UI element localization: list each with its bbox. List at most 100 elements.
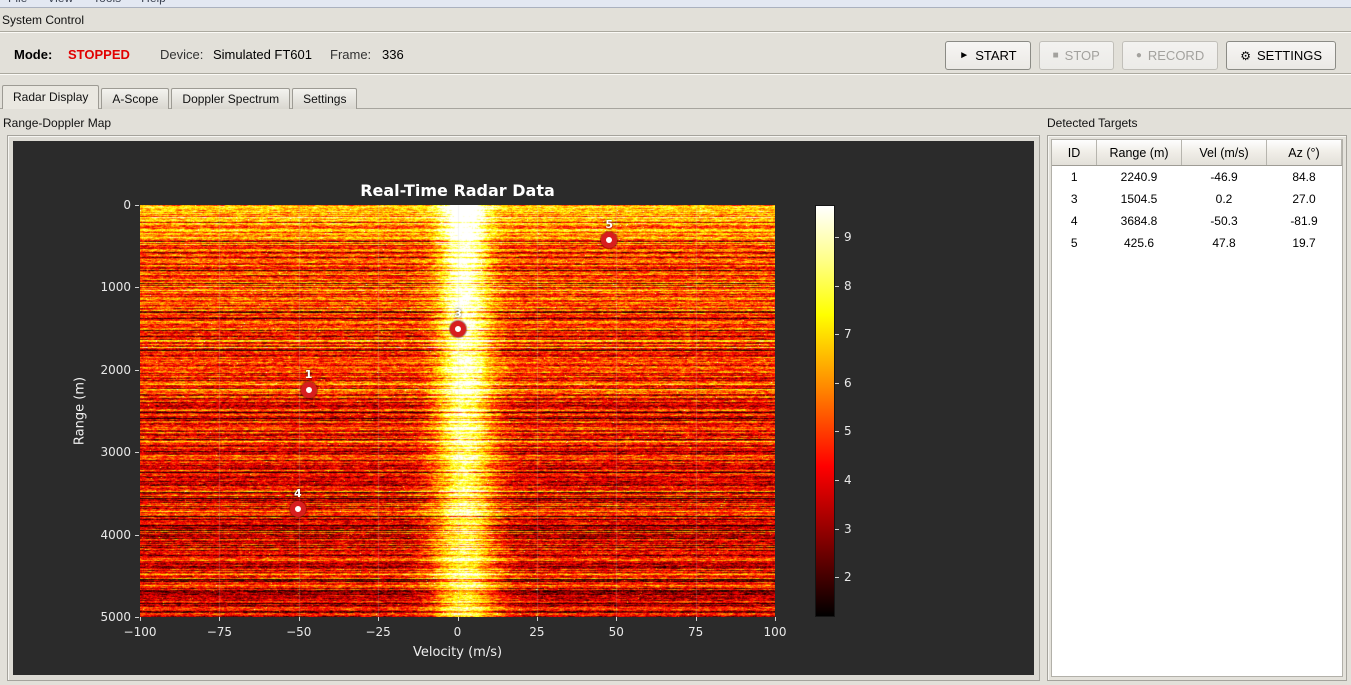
colorbar-tick-label: 2 bbox=[844, 570, 852, 585]
stop-button[interactable]: ■ STOP bbox=[1038, 41, 1114, 70]
target-cell: 3684.8 bbox=[1120, 214, 1158, 228]
target-cell: -46.9 bbox=[1210, 170, 1238, 184]
colorbar-tick-mark bbox=[835, 334, 839, 336]
x-tick-label: 75 bbox=[687, 625, 704, 639]
colorbar-tick-mark bbox=[835, 431, 839, 433]
x-tick-mark bbox=[378, 617, 380, 621]
target-cell: 47.8 bbox=[1212, 236, 1236, 250]
target-marker-label: 1 bbox=[304, 367, 313, 381]
mode-label: Mode: bbox=[14, 47, 53, 62]
settings-button[interactable]: ⚙ SETTINGS bbox=[1226, 41, 1336, 70]
frame-label: Frame: bbox=[330, 47, 372, 62]
target-marker-1 bbox=[300, 381, 317, 398]
range-doppler-map-label: Range-Doppler Map bbox=[3, 116, 112, 130]
colorbar-tick-mark bbox=[835, 479, 839, 481]
target-row-1[interactable]: 1 2240.9 -46.9 84.8 bbox=[1052, 166, 1342, 189]
y-axis-label: Range (m) bbox=[72, 376, 88, 446]
col-header-vel-m-s-[interactable]: Vel (m/s) bbox=[1181, 140, 1267, 166]
target-row-5[interactable]: 5 425.6 47.8 19.7 bbox=[1052, 232, 1342, 254]
start-icon: ► bbox=[959, 49, 970, 61]
x-tick-mark bbox=[695, 617, 697, 621]
detected-targets-table: ID Range (m) Vel (m/s) Az (°) 1 2240.9 -46.9 8… bbox=[1052, 140, 1342, 254]
record-button[interactable]: ● RECORD bbox=[1121, 41, 1219, 70]
colorbar-tick-label: 4 bbox=[844, 472, 852, 487]
mode-value: STOPPED bbox=[68, 47, 130, 62]
col-header-az-[interactable]: Az (°) bbox=[1266, 140, 1342, 166]
target-cell: 84.8 bbox=[1292, 170, 1316, 184]
tab-radar-display[interactable]: Radar Display bbox=[2, 85, 100, 109]
x-tick-mark bbox=[536, 617, 538, 621]
start-button[interactable]: ► START bbox=[945, 41, 1031, 70]
target-cell: 1 bbox=[1070, 170, 1078, 184]
colorbar-tick-mark bbox=[835, 237, 839, 239]
target-marker-3 bbox=[450, 320, 467, 337]
main-tab-bar: Radar Display A-Scope Doppler Spectrum Sett… bbox=[2, 85, 359, 109]
x-tick-label: 0 bbox=[453, 625, 462, 639]
menu-bar: File View Tools Help bbox=[0, 0, 1351, 8]
x-tick-label: −50 bbox=[286, 625, 312, 639]
record-icon: ● bbox=[1135, 49, 1142, 61]
colorbar-tick-mark bbox=[835, 382, 839, 384]
y-tick-mark bbox=[135, 534, 139, 536]
target-marker-label: 5 bbox=[605, 218, 614, 232]
colorbar bbox=[815, 205, 835, 617]
menu-view[interactable]: View bbox=[47, 0, 73, 5]
range-doppler-heatmap bbox=[140, 205, 775, 617]
settings-icon: ⚙ bbox=[1240, 48, 1251, 63]
x-tick-label: 100 bbox=[763, 625, 787, 639]
target-cell: 27.0 bbox=[1292, 192, 1316, 206]
detected-targets-panel: ID Range (m) Vel (m/s) Az (°) 1 2240.9 -46.9 8… bbox=[1047, 135, 1347, 681]
device-value: Simulated FT601 bbox=[213, 47, 312, 62]
colorbar-tick-label: 5 bbox=[844, 424, 852, 439]
y-tick-label: 2000 bbox=[100, 362, 131, 377]
tab-a-scope[interactable]: A-Scope bbox=[101, 88, 170, 109]
x-tick-label: −100 bbox=[123, 625, 157, 639]
device-label: Device: bbox=[160, 47, 204, 62]
menu-file[interactable]: File bbox=[8, 0, 27, 5]
col-header-range-m-[interactable]: Range (m) bbox=[1096, 140, 1182, 166]
target-row-3[interactable]: 3 1504.5 0.2 27.0 bbox=[1052, 188, 1342, 210]
tab-settings[interactable]: Settings bbox=[292, 88, 358, 109]
x-tick-label: −75 bbox=[206, 625, 233, 639]
colorbar-tick-mark bbox=[835, 528, 839, 530]
settings-button-label: SETTINGS bbox=[1256, 48, 1322, 63]
target-cell: 1504.5 bbox=[1120, 192, 1158, 206]
radar-app-window: File View Tools Help System Control Mode: S… bbox=[0, 0, 1351, 685]
colorbar-tick-label: 7 bbox=[844, 327, 852, 342]
x-tick-mark bbox=[457, 617, 459, 621]
menu-help[interactable]: Help bbox=[141, 0, 166, 5]
y-tick-label: 4000 bbox=[100, 527, 131, 542]
range-doppler-plot: Real-Time Radar Data Velocity (m/s) Rang… bbox=[13, 141, 1034, 675]
x-tick-mark bbox=[219, 617, 221, 621]
target-cell: 0.2 bbox=[1215, 192, 1233, 206]
tab-doppler-spectrum[interactable]: Doppler Spectrum bbox=[171, 88, 291, 109]
x-tick-mark bbox=[616, 617, 618, 621]
col-header-filler bbox=[1341, 140, 1342, 166]
targets-table-container: ID Range (m) Vel (m/s) Az (°) 1 2240.9 -46.9 8… bbox=[1051, 139, 1343, 677]
record-button-label: RECORD bbox=[1147, 48, 1205, 63]
group-divider-top bbox=[0, 31, 1351, 33]
menu-tools[interactable]: Tools bbox=[93, 0, 121, 5]
plot-title: Real-Time Radar Data bbox=[360, 181, 555, 200]
x-tick-label: 25 bbox=[529, 625, 545, 639]
x-tick-mark bbox=[140, 617, 141, 621]
colorbar-tick-label: 9 bbox=[844, 230, 852, 245]
target-row-4[interactable]: 4 3684.8 -50.3 -81.9 bbox=[1052, 210, 1342, 232]
system-control-group-title: System Control bbox=[2, 13, 85, 27]
colorbar-tick-mark bbox=[835, 577, 839, 579]
target-cell: 19.7 bbox=[1292, 236, 1316, 250]
target-cell: 4 bbox=[1070, 214, 1078, 228]
colorbar-tick-mark bbox=[835, 285, 839, 287]
y-tick-mark bbox=[135, 287, 139, 289]
frame-counter: 336 bbox=[382, 47, 404, 62]
y-tick-label: 1000 bbox=[100, 280, 131, 295]
col-header-id[interactable]: ID bbox=[1052, 140, 1097, 166]
y-tick-mark bbox=[135, 205, 139, 206]
target-cell: -81.9 bbox=[1290, 214, 1318, 228]
colorbar-tick-label: 6 bbox=[844, 375, 852, 390]
y-tick-label: 5000 bbox=[100, 610, 131, 624]
target-cell: 5 bbox=[1070, 236, 1078, 250]
x-axis-label: Velocity (m/s) bbox=[412, 645, 503, 660]
target-marker-4 bbox=[289, 500, 306, 517]
stop-button-label: STOP bbox=[1064, 48, 1100, 63]
